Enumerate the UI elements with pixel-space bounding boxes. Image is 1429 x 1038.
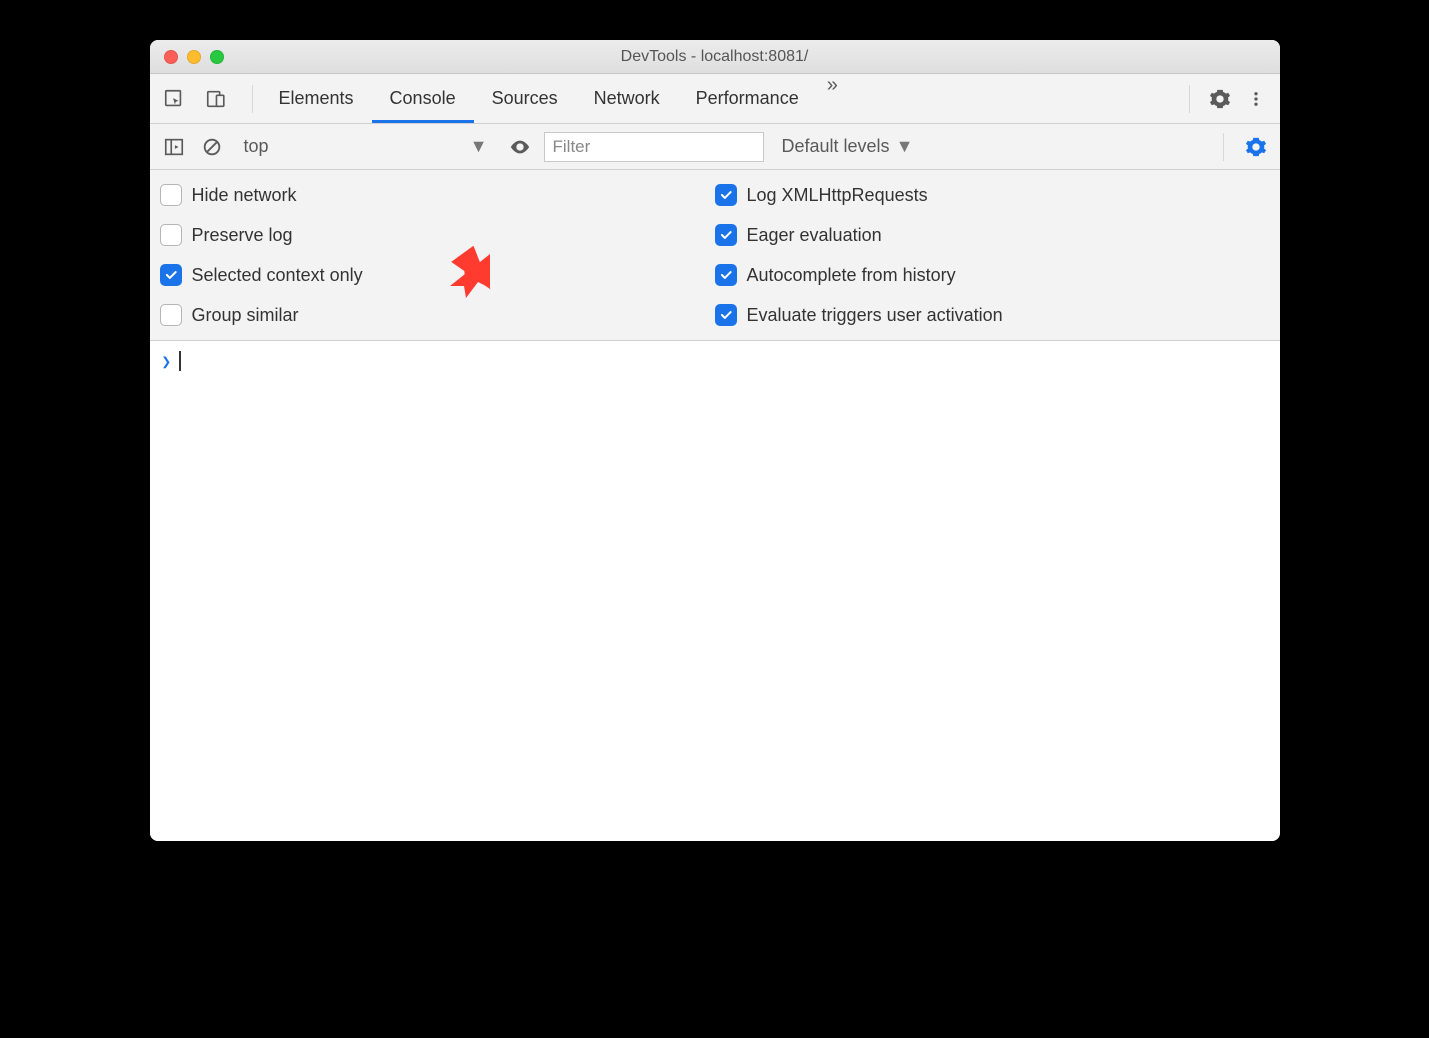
minimize-window-button[interactable] xyxy=(187,50,201,64)
filter-input[interactable] xyxy=(544,132,764,162)
setting-eager-eval[interactable]: Eager evaluation xyxy=(715,224,1270,246)
setting-label: Hide network xyxy=(192,185,297,206)
context-selector[interactable]: top ▼ xyxy=(236,134,496,159)
inspect-element-icon[interactable] xyxy=(160,85,188,113)
setting-autocomplete-history[interactable]: Autocomplete from history xyxy=(715,264,1270,286)
checkbox-unchecked-icon[interactable] xyxy=(160,304,182,326)
checkbox-checked-icon[interactable] xyxy=(715,264,737,286)
setting-label: Log XMLHttpRequests xyxy=(747,185,928,206)
main-toolbar: Elements Console Sources Network Perform… xyxy=(150,74,1280,124)
devtools-window: DevTools - localhost:8081/ Elements Cons… xyxy=(150,40,1280,841)
setting-label: Evaluate triggers user activation xyxy=(747,305,1003,326)
window-title: DevTools - localhost:8081/ xyxy=(150,48,1280,66)
setting-user-activation[interactable]: Evaluate triggers user activation xyxy=(715,304,1270,326)
sidebar-toggle-icon[interactable] xyxy=(160,133,188,161)
maximize-window-button[interactable] xyxy=(210,50,224,64)
console-settings-gear-icon[interactable] xyxy=(1242,133,1270,161)
more-tabs-icon[interactable]: » xyxy=(817,74,848,123)
console-toolbar: top ▼ Default levels ▼ xyxy=(150,124,1280,170)
dropdown-caret-icon: ▼ xyxy=(896,136,914,157)
log-levels-selector[interactable]: Default levels ▼ xyxy=(774,136,922,157)
settings-gear-icon[interactable] xyxy=(1206,85,1234,113)
setting-label: Eager evaluation xyxy=(747,225,882,246)
levels-label: Default levels xyxy=(782,136,890,157)
setting-label: Selected context only xyxy=(192,265,363,286)
tab-console[interactable]: Console xyxy=(372,74,474,123)
console-settings-panel: Hide network Log XMLHttpRequests Preserv… xyxy=(150,170,1280,341)
titlebar: DevTools - localhost:8081/ xyxy=(150,40,1280,74)
tab-performance[interactable]: Performance xyxy=(678,74,817,123)
checkbox-checked-icon[interactable] xyxy=(715,304,737,326)
console-output[interactable]: ❯ xyxy=(150,341,1280,841)
separator xyxy=(252,85,253,113)
setting-label: Preserve log xyxy=(192,225,293,246)
checkbox-checked-icon[interactable] xyxy=(715,224,737,246)
text-cursor xyxy=(179,351,181,371)
tab-elements[interactable]: Elements xyxy=(261,74,372,123)
setting-log-xhr[interactable]: Log XMLHttpRequests xyxy=(715,184,1270,206)
tab-sources[interactable]: Sources xyxy=(474,74,576,123)
clear-console-icon[interactable] xyxy=(198,133,226,161)
setting-selected-context-only[interactable]: Selected context only xyxy=(160,264,715,286)
tab-network[interactable]: Network xyxy=(576,74,678,123)
more-options-icon[interactable] xyxy=(1242,85,1270,113)
setting-label: Group similar xyxy=(192,305,299,326)
device-toolbar-icon[interactable] xyxy=(202,85,230,113)
context-label: top xyxy=(244,136,269,157)
live-expression-icon[interactable] xyxy=(506,133,534,161)
panel-tabs: Elements Console Sources Network Perform… xyxy=(261,74,848,123)
console-prompt[interactable]: ❯ xyxy=(162,351,1268,371)
dropdown-caret-icon: ▼ xyxy=(470,136,488,157)
setting-group-similar[interactable]: Group similar xyxy=(160,304,715,326)
checkbox-unchecked-icon[interactable] xyxy=(160,184,182,206)
setting-preserve-log[interactable]: Preserve log xyxy=(160,224,715,246)
setting-label: Autocomplete from history xyxy=(747,265,956,286)
setting-hide-network[interactable]: Hide network xyxy=(160,184,715,206)
checkbox-unchecked-icon[interactable] xyxy=(160,224,182,246)
window-controls xyxy=(150,50,224,64)
close-window-button[interactable] xyxy=(164,50,178,64)
checkbox-checked-icon[interactable] xyxy=(160,264,182,286)
prompt-chevron-icon: ❯ xyxy=(162,352,172,371)
separator xyxy=(1223,133,1224,161)
checkbox-checked-icon[interactable] xyxy=(715,184,737,206)
separator xyxy=(1189,85,1190,113)
